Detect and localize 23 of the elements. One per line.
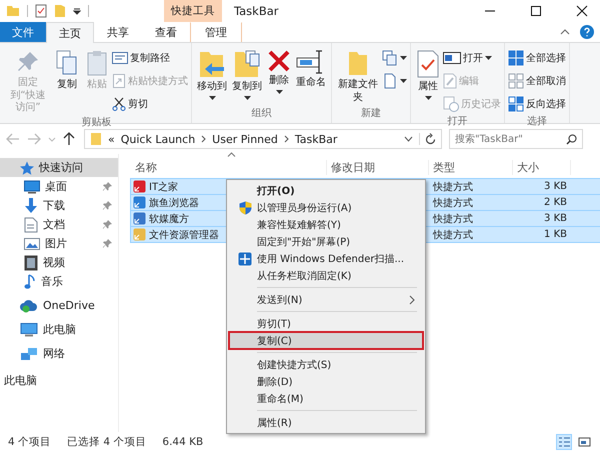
window-title: TaskBar bbox=[234, 4, 278, 18]
status-text: 已选择 4 个项目 bbox=[67, 435, 146, 449]
file-name: 软媒魔方 bbox=[149, 212, 189, 226]
table-cell-text: 1 KB bbox=[543, 229, 568, 240]
table-cell-text: 快捷方式 bbox=[432, 212, 474, 226]
status-text: 4 个项目 bbox=[8, 435, 52, 449]
status-text: 6.44 KB bbox=[162, 436, 204, 448]
group-label: 选择 bbox=[526, 114, 548, 129]
group-label: 新建 bbox=[360, 106, 382, 121]
table-cell-text: 3 KB bbox=[543, 213, 568, 224]
group-label: 剪贴板 bbox=[80, 116, 112, 130]
group-label: 打开 bbox=[446, 114, 468, 129]
table-cell-text: 快捷方式 bbox=[432, 196, 474, 210]
file-name: 文件资源管理器 bbox=[149, 228, 219, 242]
sidebar-label: 此电脑 bbox=[3, 373, 38, 388]
file-name: IT之家 bbox=[149, 180, 178, 194]
table-cell-text: 快捷方式 bbox=[432, 228, 474, 242]
table-cell-text: 快捷方式 bbox=[432, 180, 474, 194]
table-cell-text: 2 KB bbox=[543, 197, 568, 208]
context-tab-label: 快捷工具 bbox=[164, 0, 222, 22]
file-name: 旗鱼浏览器 bbox=[149, 196, 199, 210]
table-cell-text: 3 KB bbox=[543, 181, 568, 192]
group-label: 组织 bbox=[250, 107, 272, 121]
